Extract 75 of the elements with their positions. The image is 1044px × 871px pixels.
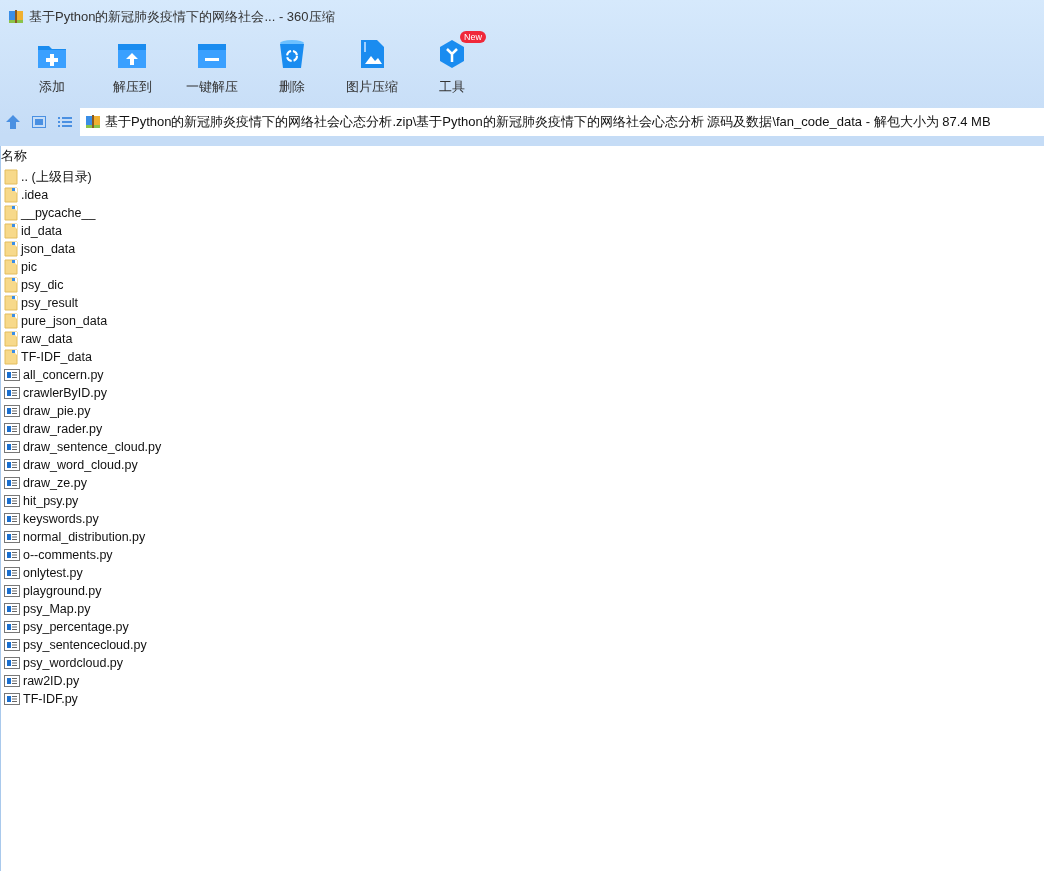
- window-title: 基于Python的新冠肺炎疫情下的网络社会... - 360压缩: [29, 8, 335, 26]
- script-file-icon: [4, 458, 20, 472]
- folder-icon: [4, 259, 18, 275]
- file-name[interactable]: crawlerByID.py: [23, 386, 108, 400]
- column-header[interactable]: 名称: [1, 146, 1044, 168]
- file-name[interactable]: psy_sentencecloud.py: [23, 638, 147, 652]
- folder-icon: [4, 169, 18, 185]
- script-file-icon: [4, 386, 20, 400]
- path-field[interactable]: 基于Python的新冠肺炎疫情下的网络社会心态分析.zip\基于Python的新冠肺炎疫情下的网络社会心态分析 源码及数据\fan_code_data - 解包大小为 87.4 MB: [80, 108, 1044, 136]
- file-name[interactable]: draw_rader.py: [23, 422, 103, 436]
- folder-icon: [4, 295, 18, 311]
- file-name[interactable]: keyswords.py: [23, 512, 99, 526]
- folder-icon: [4, 313, 18, 329]
- file-name[interactable]: onlytest.py: [23, 566, 83, 580]
- folder-icon: [4, 223, 18, 239]
- file-name[interactable]: psy_dic: [21, 278, 64, 292]
- toolbar-button[interactable]: 图片压缩: [332, 34, 412, 102]
- file-name[interactable]: psy_result: [21, 296, 78, 310]
- folder-icon: [4, 187, 18, 203]
- file-name[interactable]: draw_sentence_cloud.py: [23, 440, 162, 454]
- file-name[interactable]: o--comments.py: [23, 548, 113, 562]
- file-name[interactable]: draw_word_cloud.py: [23, 458, 138, 472]
- script-file-icon: [4, 638, 20, 652]
- folder-icon: [4, 349, 18, 365]
- file-name[interactable]: raw2ID.py: [23, 674, 80, 688]
- script-file-icon: [4, 674, 20, 688]
- file-name[interactable]: all_concern.py: [23, 368, 104, 382]
- folder-icon: [4, 205, 18, 221]
- file-name[interactable]: hit_psy.py: [23, 494, 79, 508]
- file-name[interactable]: normal_distribution.py: [23, 530, 146, 544]
- toolbar-button[interactable]: New 工具: [412, 34, 492, 102]
- new-badge: New: [460, 31, 486, 43]
- file-name[interactable]: TF-IDF.py: [23, 692, 78, 706]
- script-file-icon: [4, 620, 20, 634]
- script-file-icon: [4, 530, 20, 544]
- archive-icon: [8, 9, 24, 25]
- script-file-icon: [4, 656, 20, 670]
- folder-icon: [4, 331, 18, 347]
- script-file-icon: [4, 512, 20, 526]
- file-name[interactable]: playground.py: [23, 584, 102, 598]
- script-file-icon: [4, 566, 20, 580]
- toolbar-button[interactable]: 删除: [252, 34, 332, 102]
- script-file-icon: [4, 692, 20, 706]
- list-icon[interactable]: [57, 114, 73, 130]
- script-file-icon: [4, 368, 20, 382]
- folder-icon: [4, 241, 18, 257]
- script-file-icon: [4, 422, 20, 436]
- script-file-icon: [4, 404, 20, 418]
- script-file-icon: [4, 602, 20, 616]
- script-file-icon: [4, 494, 20, 508]
- file-name[interactable]: draw_ze.py: [23, 476, 87, 490]
- script-file-icon: [4, 548, 20, 562]
- file-name[interactable]: .. (上级目录): [21, 168, 92, 186]
- file-name[interactable]: draw_pie.py: [23, 404, 91, 418]
- window-icon[interactable]: [31, 114, 47, 130]
- file-name[interactable]: psy_percentage.py: [23, 620, 129, 634]
- archive-icon: [85, 114, 101, 130]
- file-name[interactable]: json_data: [21, 242, 76, 256]
- file-name[interactable]: __pycache__: [21, 206, 96, 220]
- file-name[interactable]: .idea: [21, 188, 49, 202]
- script-file-icon: [4, 440, 20, 454]
- file-name[interactable]: TF-IDF_data: [21, 350, 92, 364]
- toolbar-button[interactable]: 一键解压: [172, 34, 252, 102]
- file-name[interactable]: pic: [21, 260, 37, 274]
- toolbar-button[interactable]: 添加: [12, 34, 92, 102]
- file-name[interactable]: pure_json_data: [21, 314, 108, 328]
- file-name[interactable]: psy_Map.py: [23, 602, 91, 616]
- script-file-icon: [4, 476, 20, 490]
- file-name[interactable]: raw_data: [21, 332, 73, 346]
- toolbar-button[interactable]: 解压到: [92, 34, 172, 102]
- up-arrow-icon[interactable]: [5, 114, 21, 130]
- file-name[interactable]: id_data: [21, 224, 62, 238]
- folder-icon: [4, 277, 18, 293]
- script-file-icon: [4, 584, 20, 598]
- file-name[interactable]: psy_wordcloud.py: [23, 656, 124, 670]
